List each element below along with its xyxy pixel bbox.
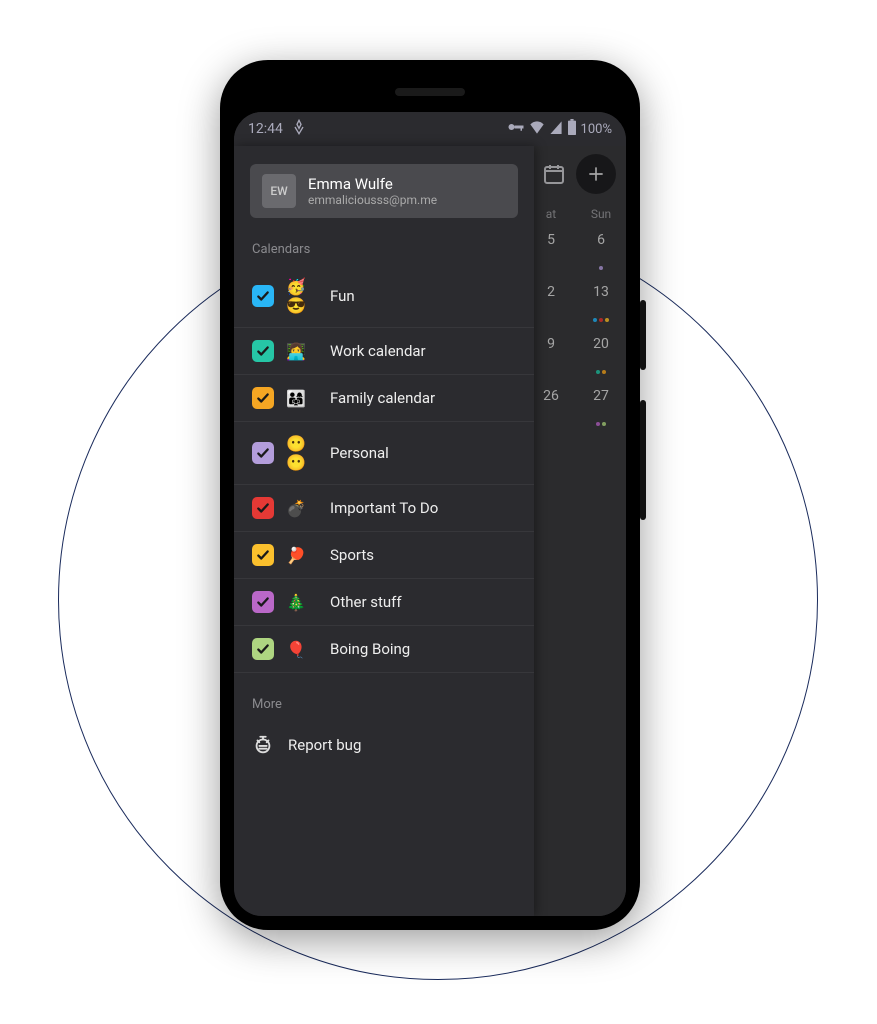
calendar-emoji: 👨‍👩‍👧	[286, 389, 318, 408]
more-section-label: More	[252, 697, 516, 712]
calendar-checkbox[interactable]	[252, 340, 274, 362]
calendar-checkbox[interactable]	[252, 387, 274, 409]
calendar-item[interactable]: 👨‍👩‍👧 Family calendar	[234, 375, 534, 422]
near-share-icon	[291, 119, 307, 139]
calendar-name: Boing Boing	[330, 640, 516, 658]
avatar: EW	[262, 174, 296, 208]
calendar-checkbox[interactable]	[252, 591, 274, 613]
check-icon	[256, 501, 270, 515]
vpn-key-icon	[507, 121, 525, 137]
more-item-label: Report bug	[288, 736, 361, 754]
calendar-list: 🥳😎 Fun 👩‍💻 Work calendar 👨‍👩‍👧 Family calenda…	[234, 265, 534, 673]
check-icon	[256, 548, 270, 562]
calendar-item[interactable]: 👩‍💻 Work calendar	[234, 328, 534, 375]
check-icon	[256, 391, 270, 405]
calendar-name: Fun	[330, 287, 516, 305]
calendar-name: Family calendar	[330, 389, 516, 407]
calendars-section-label: Calendars	[252, 242, 516, 257]
calendar-checkbox[interactable]	[252, 544, 274, 566]
calendar-emoji: 🏓	[286, 546, 318, 565]
check-icon	[256, 595, 270, 609]
calendar-item[interactable]: 😶😶 Personal	[234, 422, 534, 485]
navigation-drawer: EW Emma Wulfe emmaliciousss@pm.me Calend…	[234, 146, 534, 916]
calendar-emoji: 💣	[286, 499, 318, 518]
calendar-item[interactable]: 🥳😎 Fun	[234, 265, 534, 328]
battery-icon	[567, 119, 577, 139]
calendar-emoji: 🎈	[286, 640, 318, 659]
calendar-item[interactable]: 💣 Important To Do	[234, 485, 534, 532]
check-icon	[256, 446, 270, 460]
calendar-emoji: 🎄	[286, 593, 318, 612]
calendar-name: Important To Do	[330, 499, 516, 517]
account-name: Emma Wulfe	[308, 175, 437, 193]
bug-icon	[252, 734, 274, 756]
wifi-icon	[529, 120, 545, 138]
account-card[interactable]: EW Emma Wulfe emmaliciousss@pm.me	[250, 164, 518, 218]
check-icon	[256, 344, 270, 358]
calendar-name: Work calendar	[330, 342, 516, 360]
calendar-item[interactable]: 🏓 Sports	[234, 532, 534, 579]
calendar-checkbox[interactable]	[252, 638, 274, 660]
account-email: emmaliciousss@pm.me	[308, 193, 437, 207]
calendar-emoji: 👩‍💻	[286, 342, 318, 361]
signal-icon	[549, 120, 563, 138]
calendar-item[interactable]: 🎄 Other stuff	[234, 579, 534, 626]
battery-text: 100%	[581, 122, 612, 137]
calendar-checkbox[interactable]	[252, 285, 274, 307]
status-bar: 12:44	[234, 112, 626, 146]
check-icon	[256, 289, 270, 303]
calendar-emoji: 😶😶	[286, 434, 318, 472]
calendar-emoji: 🥳😎	[286, 277, 318, 315]
calendar-name: Sports	[330, 546, 516, 564]
status-time: 12:44	[248, 121, 283, 137]
calendar-item[interactable]: 🎈 Boing Boing	[234, 626, 534, 673]
more-item[interactable]: Report bug	[234, 720, 534, 770]
check-icon	[256, 642, 270, 656]
calendar-name: Other stuff	[330, 593, 516, 611]
phone-speaker	[395, 88, 465, 96]
calendar-checkbox[interactable]	[252, 442, 274, 464]
phone-screen: 12:44	[234, 112, 626, 916]
phone-frame: 12:44	[220, 60, 640, 930]
calendar-name: Personal	[330, 444, 516, 462]
calendar-checkbox[interactable]	[252, 497, 274, 519]
